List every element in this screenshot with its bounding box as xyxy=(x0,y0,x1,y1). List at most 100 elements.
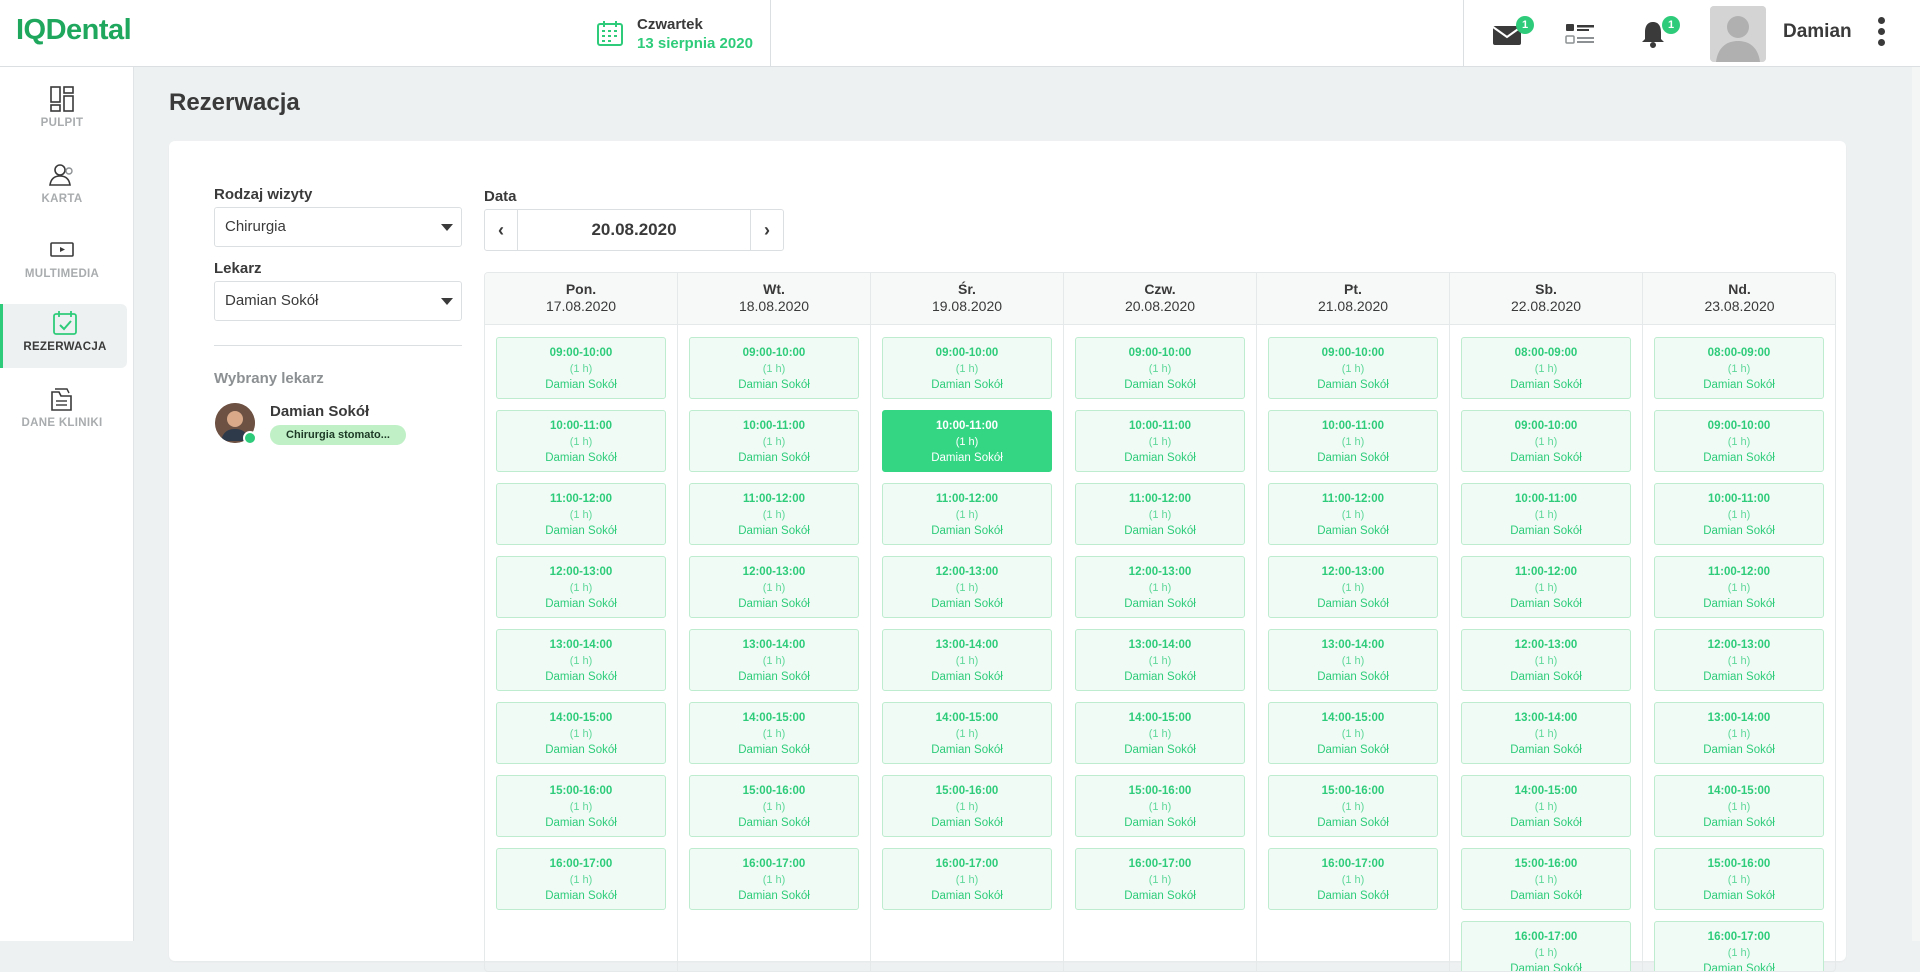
time-slot[interactable]: 14:00-15:00 (1 h) Damian Sokół xyxy=(882,702,1052,764)
time-slot[interactable]: 14:00-15:00 (1 h) Damian Sokół xyxy=(1461,775,1631,837)
slot-duration: (1 h) xyxy=(1341,801,1365,813)
slot-duration: (1 h) xyxy=(955,801,979,813)
page-scrollbar[interactable] xyxy=(1912,67,1920,941)
time-slot[interactable]: 15:00-16:00 (1 h) Damian Sokół xyxy=(496,775,666,837)
username[interactable]: Damian xyxy=(1783,21,1852,43)
time-slot[interactable]: 09:00-10:00 (1 h) Damian Sokół xyxy=(689,337,859,399)
slot-duration: (1 h) xyxy=(1727,363,1751,375)
user-silhouette-icon xyxy=(1710,6,1766,62)
time-slot[interactable]: 09:00-10:00 (1 h) Damian Sokół xyxy=(1654,410,1824,472)
time-slot[interactable]: 13:00-14:00 (1 h) Damian Sokół xyxy=(882,629,1052,691)
time-slot[interactable]: 11:00-12:00 (1 h) Damian Sokół xyxy=(1654,556,1824,618)
slot-doctor: Damian Sokół xyxy=(1703,379,1775,391)
time-slot[interactable]: 08:00-09:00 (1 h) Damian Sokół xyxy=(1461,337,1631,399)
time-slot[interactable]: 12:00-13:00 (1 h) Damian Sokół xyxy=(882,556,1052,618)
time-slot[interactable]: 11:00-12:00 (1 h) Damian Sokół xyxy=(1075,483,1245,545)
time-slot[interactable]: 10:00-11:00 (1 h) Damian Sokół xyxy=(689,410,859,472)
time-slot[interactable]: 15:00-16:00 (1 h) Damian Sokół xyxy=(1654,848,1824,910)
slot-doctor: Damian Sokół xyxy=(545,890,617,902)
time-slot[interactable]: 13:00-14:00 (1 h) Damian Sokół xyxy=(1654,702,1824,764)
sidebar-item-karta[interactable]: KARTA xyxy=(0,156,124,220)
slot-duration: (1 h) xyxy=(762,728,786,740)
slot-duration: (1 h) xyxy=(762,801,786,813)
slot-time: 08:00-09:00 xyxy=(1707,347,1771,359)
slot-time: 09:00-10:00 xyxy=(549,347,613,359)
visit-type-select[interactable]: Chirurgia xyxy=(214,207,462,247)
time-slot[interactable]: 11:00-12:00 (1 h) Damian Sokół xyxy=(882,483,1052,545)
time-slot[interactable]: 16:00-17:00 (1 h) Damian Sokół xyxy=(1654,921,1824,971)
slot-doctor: Damian Sokół xyxy=(1317,817,1389,829)
time-slot[interactable]: 13:00-14:00 (1 h) Damian Sokół xyxy=(1461,702,1631,764)
time-slot[interactable]: 14:00-15:00 (1 h) Damian Sokół xyxy=(1075,702,1245,764)
time-slot[interactable]: 15:00-16:00 (1 h) Damian Sokół xyxy=(1075,775,1245,837)
next-week-button[interactable]: › xyxy=(750,210,783,250)
messages-button[interactable]: 1 xyxy=(1490,16,1534,51)
time-slot[interactable]: 12:00-13:00 (1 h) Damian Sokół xyxy=(1461,629,1631,691)
time-slot[interactable]: 16:00-17:00 (1 h) Damian Sokół xyxy=(1461,921,1631,971)
time-slot[interactable]: 09:00-10:00 (1 h) Damian Sokół xyxy=(1461,410,1631,472)
slot-duration: (1 h) xyxy=(762,655,786,667)
time-slot[interactable]: 09:00-10:00 (1 h) Damian Sokół xyxy=(496,337,666,399)
time-slot[interactable]: 09:00-10:00 (1 h) Damian Sokół xyxy=(1075,337,1245,399)
time-slot[interactable]: 10:00-11:00 (1 h) Damian Sokół xyxy=(1075,410,1245,472)
date-value[interactable]: 20.08.2020 xyxy=(518,210,750,250)
time-slot[interactable]: 14:00-15:00 (1 h) Damian Sokół xyxy=(496,702,666,764)
slot-time: 10:00-11:00 xyxy=(1707,493,1771,505)
time-slot[interactable]: 16:00-17:00 (1 h) Damian Sokół xyxy=(1075,848,1245,910)
slot-time: 15:00-16:00 xyxy=(935,785,999,797)
time-slot[interactable]: 08:00-09:00 (1 h) Damian Sokół xyxy=(1654,337,1824,399)
time-slot[interactable]: 12:00-13:00 (1 h) Damian Sokół xyxy=(496,556,666,618)
time-slot[interactable]: 13:00-14:00 (1 h) Damian Sokół xyxy=(496,629,666,691)
sidebar-item-rezerwacja[interactable]: REZERWACJA xyxy=(0,304,127,368)
app-logo[interactable]: IQDental xyxy=(16,14,132,47)
time-slot[interactable]: 12:00-13:00 (1 h) Damian Sokół xyxy=(1654,629,1824,691)
time-slot[interactable]: 16:00-17:00 (1 h) Damian Sokół xyxy=(496,848,666,910)
time-slot[interactable]: 11:00-12:00 (1 h) Damian Sokół xyxy=(496,483,666,545)
user-avatar[interactable] xyxy=(1710,6,1766,62)
time-slot[interactable]: 14:00-15:00 (1 h) Damian Sokół xyxy=(689,702,859,764)
sidebar-item-multimedia[interactable]: MULTIMEDIA xyxy=(0,231,124,295)
time-slot[interactable]: 10:00-11:00 (1 h) Damian Sokół xyxy=(882,410,1052,472)
more-menu-icon[interactable] xyxy=(1876,17,1886,51)
time-slot[interactable]: 10:00-11:00 (1 h) Damian Sokół xyxy=(1654,483,1824,545)
time-slot[interactable]: 12:00-13:00 (1 h) Damian Sokół xyxy=(689,556,859,618)
time-slot[interactable]: 14:00-15:00 (1 h) Damian Sokół xyxy=(1654,775,1824,837)
tasks-button[interactable] xyxy=(1563,17,1597,51)
time-slot[interactable]: 15:00-16:00 (1 h) Damian Sokół xyxy=(689,775,859,837)
notifications-button[interactable]: 1 xyxy=(1636,16,1680,51)
time-slot[interactable]: 16:00-17:00 (1 h) Damian Sokół xyxy=(689,848,859,910)
day-name: Sb. xyxy=(1535,281,1557,297)
time-slot[interactable]: 10:00-11:00 (1 h) Damian Sokół xyxy=(496,410,666,472)
time-slot[interactable]: 15:00-16:00 (1 h) Damian Sokół xyxy=(1461,848,1631,910)
time-slot[interactable]: 15:00-16:00 (1 h) Damian Sokół xyxy=(882,775,1052,837)
time-slot[interactable]: 14:00-15:00 (1 h) Damian Sokół xyxy=(1268,702,1438,764)
slot-time: 16:00-17:00 xyxy=(549,858,613,870)
time-slot[interactable]: 12:00-13:00 (1 h) Damian Sokół xyxy=(1268,556,1438,618)
slot-duration: (1 h) xyxy=(1148,655,1172,667)
time-slot[interactable]: 13:00-14:00 (1 h) Damian Sokół xyxy=(1075,629,1245,691)
time-slot[interactable]: 16:00-17:00 (1 h) Damian Sokół xyxy=(1268,848,1438,910)
slot-doctor: Damian Sokół xyxy=(1124,525,1196,537)
sidebar-item-dane-kliniki[interactable]: DANE KLINIKI xyxy=(0,380,124,444)
time-slot[interactable]: 11:00-12:00 (1 h) Damian Sokół xyxy=(1268,483,1438,545)
doctor-select[interactable]: Damian Sokół xyxy=(214,281,462,321)
prev-week-button[interactable]: ‹ xyxy=(485,210,518,250)
time-slot[interactable]: 09:00-10:00 (1 h) Damian Sokół xyxy=(1268,337,1438,399)
time-slot[interactable]: 09:00-10:00 (1 h) Damian Sokół xyxy=(882,337,1052,399)
day-name: Czw. xyxy=(1144,281,1176,297)
sidebar-item-pulpit[interactable]: PULPIT xyxy=(0,80,124,144)
time-slot[interactable]: 15:00-16:00 (1 h) Damian Sokół xyxy=(1268,775,1438,837)
slot-duration: (1 h) xyxy=(762,582,786,594)
slot-duration: (1 h) xyxy=(955,509,979,521)
slot-duration: (1 h) xyxy=(1534,582,1558,594)
time-slot[interactable]: 11:00-12:00 (1 h) Damian Sokół xyxy=(1461,556,1631,618)
day-date: 23.08.2020 xyxy=(1704,298,1775,314)
time-slot[interactable]: 10:00-11:00 (1 h) Damian Sokół xyxy=(1461,483,1631,545)
time-slot[interactable]: 11:00-12:00 (1 h) Damian Sokół xyxy=(689,483,859,545)
time-slot[interactable]: 13:00-14:00 (1 h) Damian Sokół xyxy=(689,629,859,691)
slot-duration: (1 h) xyxy=(569,655,593,667)
time-slot[interactable]: 13:00-14:00 (1 h) Damian Sokół xyxy=(1268,629,1438,691)
time-slot[interactable]: 12:00-13:00 (1 h) Damian Sokół xyxy=(1075,556,1245,618)
time-slot[interactable]: 10:00-11:00 (1 h) Damian Sokół xyxy=(1268,410,1438,472)
time-slot[interactable]: 16:00-17:00 (1 h) Damian Sokół xyxy=(882,848,1052,910)
